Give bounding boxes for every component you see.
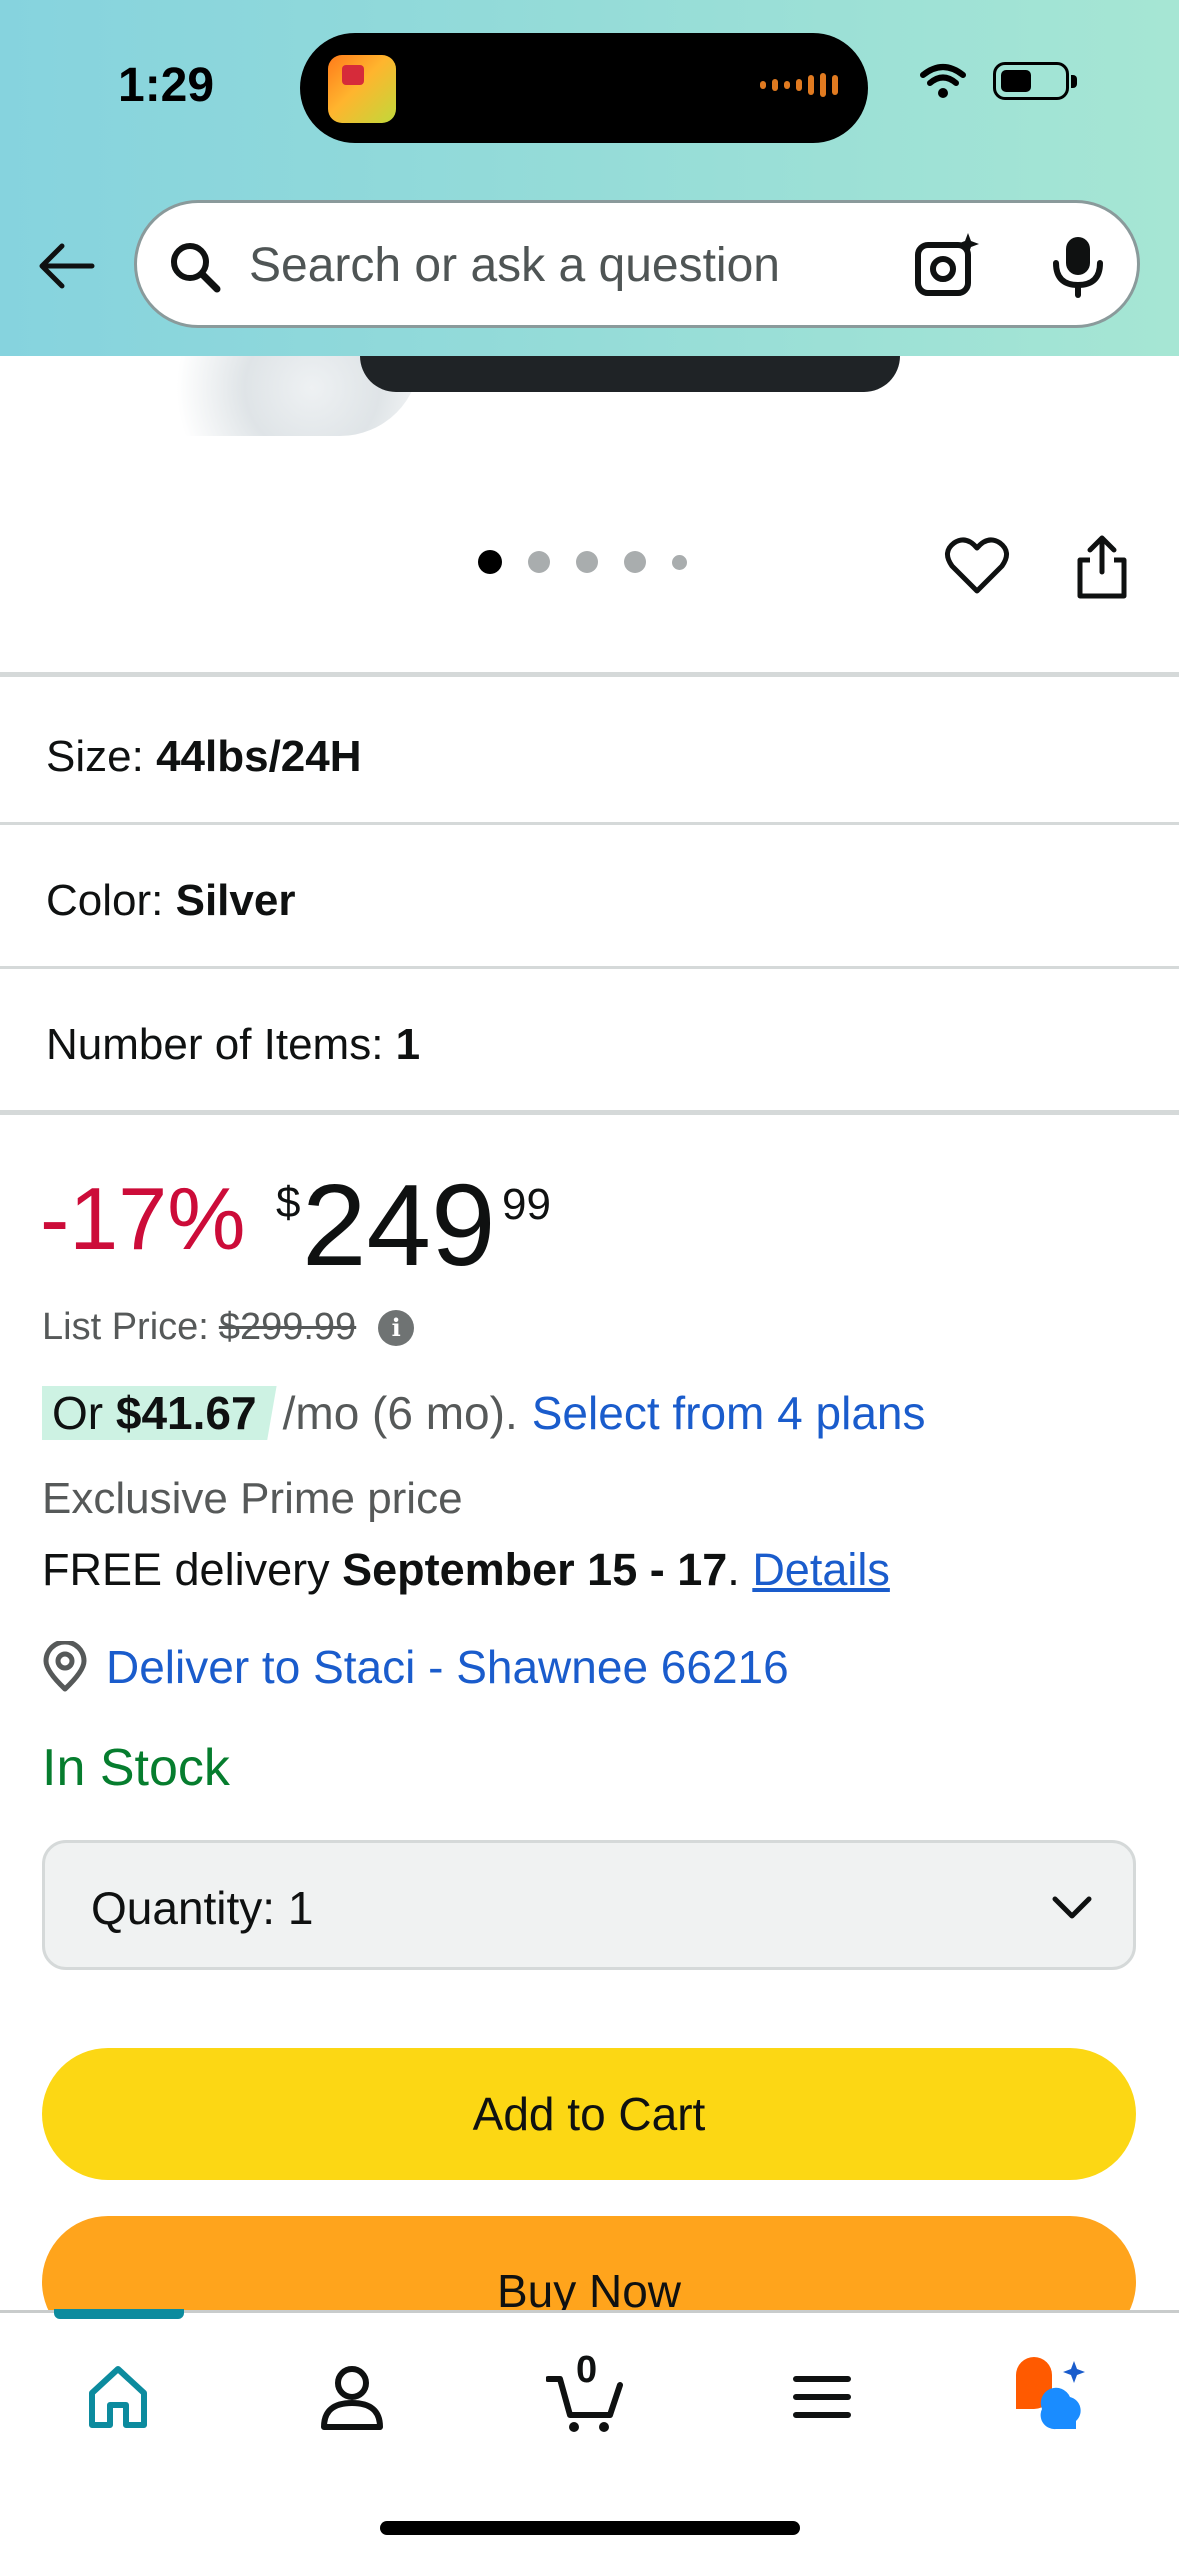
- list-price: List Price: $299.99 i: [42, 1306, 415, 1349]
- search-input[interactable]: Search or ask a question: [249, 238, 780, 293]
- status-indicators: [919, 62, 1077, 100]
- monthly-amount: $41.67: [115, 1387, 257, 1439]
- delivery-prefix: FREE delivery: [42, 1544, 330, 1595]
- delivery-info: FREE delivery September 15 - 17. Details: [42, 1544, 890, 1596]
- share-icon[interactable]: [1070, 532, 1134, 602]
- select-plans-link[interactable]: Select from 4 plans: [532, 1386, 926, 1440]
- number-of-items-selector[interactable]: Number of Items: 1: [46, 1020, 420, 1070]
- wifi-icon: [920, 64, 966, 98]
- rufus-assistant-tab-icon[interactable]: [1012, 2357, 1092, 2437]
- carousel-dot-5[interactable]: [672, 554, 687, 570]
- color-selector[interactable]: Color: Silver: [46, 876, 295, 926]
- quantity-value: 1: [287, 1882, 314, 1934]
- monthly-payment-badge: Or $41.67: [42, 1386, 277, 1440]
- carousel-dots: [478, 550, 687, 574]
- camera-lens-icon[interactable]: [912, 231, 982, 301]
- quantity-text: Quantity: 1: [91, 1881, 313, 1935]
- status-time: 1:29: [118, 59, 215, 112]
- product-image-carousel[interactable]: [0, 356, 1179, 676]
- color-value: Silver: [175, 876, 296, 925]
- chevron-down-icon: [1052, 1896, 1092, 1919]
- home-indicator: [380, 2521, 800, 2535]
- section-divider: [0, 672, 1179, 677]
- monthly-terms: /mo (6 mo).: [282, 1387, 518, 1439]
- account-tab-icon[interactable]: [312, 2357, 392, 2437]
- size-value: 44lbs/24H: [156, 732, 362, 781]
- carousel-dot-4[interactable]: [624, 551, 646, 573]
- app-header: 1:29 Search or ask a question: [0, 0, 1179, 356]
- menu-tab-icon[interactable]: [782, 2357, 862, 2437]
- section-divider: [0, 1110, 1179, 1115]
- row-divider: [0, 966, 1179, 969]
- price-fraction: 99: [502, 1180, 551, 1229]
- microphone-icon[interactable]: [1045, 233, 1111, 299]
- quantity-label: Quantity:: [91, 1882, 276, 1934]
- monthly-payment: Or $41.67 /mo (6 mo). Select from 4 plan…: [42, 1386, 926, 1440]
- bottom-tab-bar: 0: [0, 2309, 1179, 2556]
- items-value: 1: [395, 1020, 421, 1069]
- delivery-suffix: .: [727, 1544, 740, 1595]
- search-icon: [171, 243, 221, 293]
- size-label: Size:: [46, 732, 144, 781]
- back-arrow-icon[interactable]: [34, 234, 98, 298]
- size-selector[interactable]: Size: 44lbs/24H: [46, 732, 362, 782]
- audio-waveform-icon: [760, 73, 838, 97]
- product-image-appliance: [360, 356, 900, 392]
- price-whole: 249: [302, 1160, 496, 1290]
- delivery-dates: September 15 - 17: [342, 1544, 728, 1595]
- items-label: Number of Items:: [46, 1020, 384, 1069]
- cart-count: 0: [576, 2349, 598, 2391]
- list-price-label: List Price:: [42, 1306, 209, 1348]
- monthly-prefix: Or: [52, 1387, 104, 1439]
- home-tab-icon[interactable]: [78, 2357, 158, 2437]
- active-tab-indicator: [54, 2309, 184, 2319]
- row-divider: [0, 822, 1179, 825]
- now-playing-artwork: [328, 55, 396, 123]
- color-label: Color:: [46, 876, 164, 925]
- heart-icon[interactable]: [944, 536, 1010, 596]
- cart-tab[interactable]: 0: [545, 2349, 626, 2437]
- carousel-dot-1[interactable]: [478, 550, 502, 574]
- info-icon[interactable]: i: [378, 1309, 415, 1346]
- location-pin-icon: [43, 1641, 87, 1692]
- carousel-dot-3[interactable]: [576, 551, 598, 573]
- add-to-cart-button[interactable]: Add to Cart: [42, 2048, 1136, 2180]
- search-bar[interactable]: Search or ask a question: [134, 200, 1140, 328]
- quantity-dropdown[interactable]: Quantity: 1: [42, 1840, 1136, 1970]
- deliver-to-text[interactable]: Deliver to Staci - Shawnee 66216: [106, 1640, 789, 1694]
- carousel-dot-2[interactable]: [528, 551, 550, 573]
- exclusive-prime-price: Exclusive Prime price: [42, 1474, 463, 1523]
- battery-icon: [993, 62, 1077, 100]
- discount-percent: -17%: [40, 1169, 246, 1268]
- deliver-to-location[interactable]: Deliver to Staci - Shawnee 66216: [42, 1640, 789, 1694]
- delivery-details-link[interactable]: Details: [752, 1544, 890, 1595]
- price-currency-symbol: $: [276, 1178, 301, 1227]
- list-price-value: $299.99: [218, 1306, 357, 1348]
- stock-status: In Stock: [42, 1739, 230, 1797]
- dynamic-island: [300, 33, 868, 143]
